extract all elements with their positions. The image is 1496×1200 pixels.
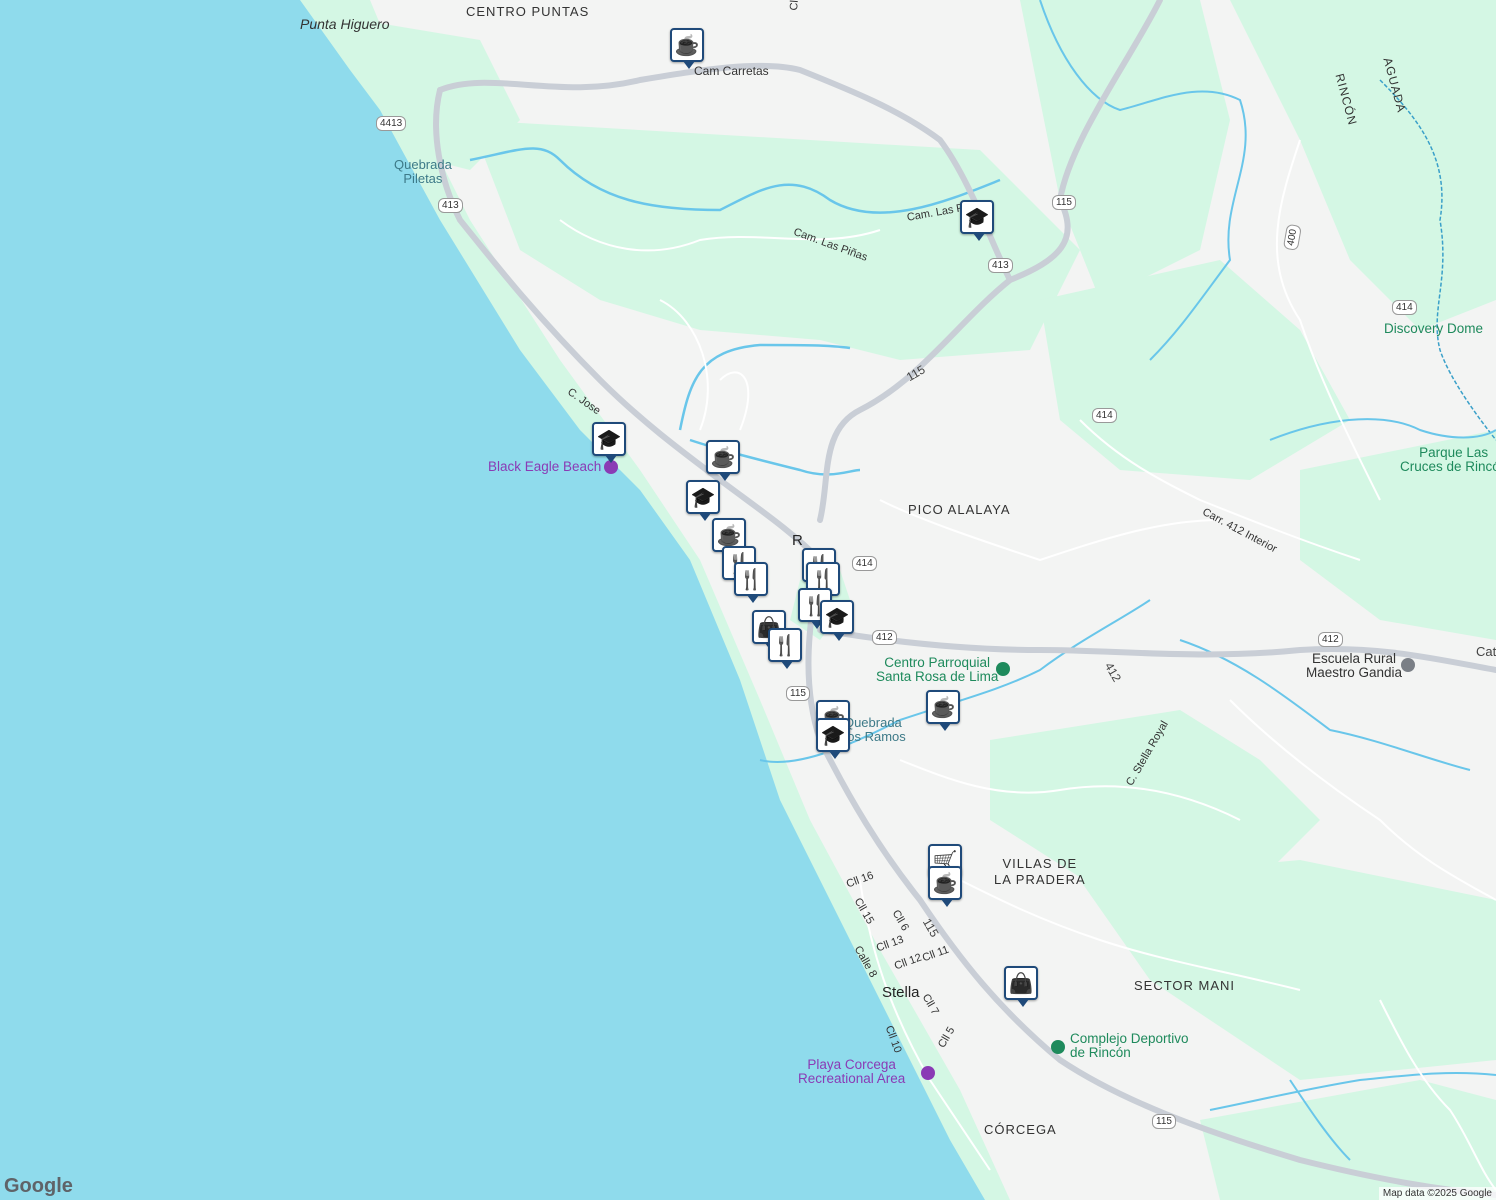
camera-icon-2 bbox=[921, 1066, 935, 1080]
school-icon: 🎓 bbox=[964, 206, 990, 229]
cafe-icon: ☕ bbox=[932, 872, 958, 895]
school-marker[interactable]: 🎓 bbox=[816, 718, 850, 759]
school-icon: 🎓 bbox=[824, 606, 850, 629]
school-marker[interactable]: 🎓 bbox=[592, 422, 626, 463]
town-r-label: R bbox=[792, 532, 803, 549]
route-shield: 115 bbox=[1152, 1114, 1176, 1129]
cafe-marker[interactable]: ☕ bbox=[670, 28, 704, 69]
route-shield: 412 bbox=[872, 630, 897, 645]
cafe-marker[interactable]: ☕ bbox=[928, 866, 962, 907]
route-shield: 115 bbox=[786, 686, 810, 701]
cat-label: Cat bbox=[1476, 644, 1496, 659]
school-marker[interactable]: 🎓 bbox=[820, 600, 854, 641]
map-attribution[interactable]: Map data ©2025 Google bbox=[1378, 1187, 1496, 1200]
cafe-marker[interactable]: ☕ bbox=[706, 440, 740, 481]
route-shield: 414 bbox=[1092, 408, 1117, 423]
centro-puntas-label: CENTRO PUNTAS bbox=[466, 4, 590, 19]
playa-corcega-label[interactable]: Playa Corcega Recreational Area bbox=[798, 1058, 905, 1086]
restaurant-marker[interactable]: 🍴 bbox=[768, 628, 802, 669]
centro-parroquial-label[interactable]: Centro Parroquial Santa Rosa de Lima bbox=[876, 656, 998, 684]
cafe-marker[interactable]: ☕ bbox=[926, 690, 960, 731]
sector-mani-label: SECTOR MANI bbox=[1134, 978, 1236, 993]
route-shield: 115 bbox=[1052, 195, 1076, 210]
school-icon: 🎓 bbox=[820, 724, 846, 747]
church-icon bbox=[996, 662, 1010, 676]
school-icon: 🎓 bbox=[690, 486, 716, 509]
villas-de-la-pradera-label: VILLAS DE LA PRADERA bbox=[994, 856, 1086, 887]
complejo-deportivo-label[interactable]: Complejo Deportivo de Rincón bbox=[1070, 1032, 1189, 1060]
cafe-icon: ☕ bbox=[716, 524, 742, 547]
shop-icon: 👜 bbox=[1008, 972, 1034, 995]
cafe-icon: ☕ bbox=[710, 446, 736, 469]
parque-las-cruces-label[interactable]: Parque Las Cruces de Rincón bbox=[1400, 446, 1496, 474]
stella-label: Stella bbox=[882, 984, 920, 1001]
route-shield: 413 bbox=[438, 198, 463, 213]
shop-marker[interactable]: 👜 bbox=[1004, 966, 1038, 1007]
cam-carretas-label: Cam Carretas bbox=[694, 64, 769, 78]
route-shield: 413 bbox=[988, 258, 1013, 273]
restaurant-icon: 🍴 bbox=[772, 634, 798, 657]
quebrada-piletas-label: Quebrada Piletas bbox=[394, 157, 452, 186]
escuela-rural-label[interactable]: Escuela Rural Maestro Gandia bbox=[1306, 652, 1402, 680]
route-shield: 412 bbox=[1318, 632, 1343, 647]
pico-alalaya-label: PICO ALALAYA bbox=[908, 502, 1011, 517]
school-marker[interactable]: 🎓 bbox=[960, 200, 994, 241]
park-icon bbox=[1051, 1040, 1065, 1054]
route-shield: 414 bbox=[852, 556, 877, 571]
route-shield: 4413 bbox=[376, 116, 407, 131]
google-logo: Google bbox=[4, 1175, 73, 1197]
restaurant-icon: 🍴 bbox=[738, 568, 764, 591]
route-shield: 414 bbox=[1392, 300, 1417, 315]
discovery-dome-label[interactable]: Discovery Dome bbox=[1384, 322, 1483, 336]
school-marker[interactable]: 🎓 bbox=[686, 480, 720, 521]
cafe-icon: ☕ bbox=[930, 696, 956, 719]
cafe-icon: ☕ bbox=[674, 34, 700, 57]
black-eagle-beach-label[interactable]: Black Eagle Beach bbox=[488, 460, 619, 475]
school-poi-icon bbox=[1401, 658, 1415, 672]
corcega-label: CÓRCEGA bbox=[984, 1122, 1057, 1137]
restaurant-marker[interactable]: 🍴 bbox=[734, 562, 768, 603]
punta-higuero-label: Punta Higuero bbox=[300, 16, 390, 32]
school-icon: 🎓 bbox=[596, 428, 622, 451]
